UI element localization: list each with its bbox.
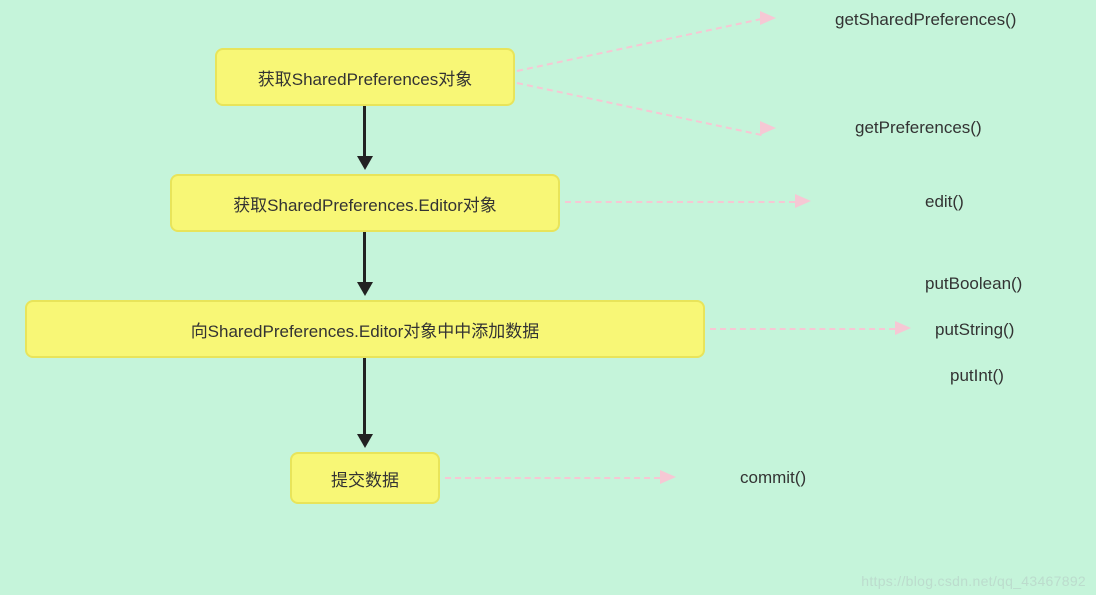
method-getprefs: getPreferences() [855, 118, 982, 138]
method-getsharedprefs: getSharedPreferences() [835, 10, 1016, 30]
dash-n1-up [517, 18, 762, 72]
dash-n4-head [660, 470, 676, 484]
dash-n4 [445, 477, 660, 479]
method-putint: putInt() [950, 366, 1004, 386]
step-label: 向SharedPreferences.Editor对象中中添加数据 [191, 317, 540, 342]
step-get-editor: 获取SharedPreferences.Editor对象 [170, 174, 560, 232]
step-put-data: 向SharedPreferences.Editor对象中中添加数据 [25, 300, 705, 358]
dash-n3-head [895, 321, 911, 335]
step-label: 提交数据 [331, 466, 399, 491]
watermark: https://blog.csdn.net/qq_43467892 [861, 573, 1086, 589]
step-commit: 提交数据 [290, 452, 440, 504]
arrow-1-2-head [357, 156, 373, 170]
arrow-1-2 [363, 106, 366, 156]
arrow-2-3-head [357, 282, 373, 296]
step-label: 获取SharedPreferences对象 [258, 65, 472, 90]
method-commit: commit() [740, 468, 806, 488]
method-putstring: putString() [935, 320, 1014, 340]
dash-n1-up-head [760, 11, 776, 25]
method-putbool: putBoolean() [925, 274, 1022, 294]
dash-n1-down [517, 82, 762, 136]
dash-n2-head [795, 194, 811, 208]
arrow-3-4-head [357, 434, 373, 448]
step-get-sharedprefs: 获取SharedPreferences对象 [215, 48, 515, 106]
arrow-3-4 [363, 358, 366, 434]
dash-n3 [710, 328, 895, 330]
dash-n2 [565, 201, 795, 203]
dash-n1-down-head [760, 121, 776, 135]
arrow-2-3 [363, 232, 366, 282]
step-label: 获取SharedPreferences.Editor对象 [233, 191, 497, 216]
method-edit: edit() [925, 192, 964, 212]
